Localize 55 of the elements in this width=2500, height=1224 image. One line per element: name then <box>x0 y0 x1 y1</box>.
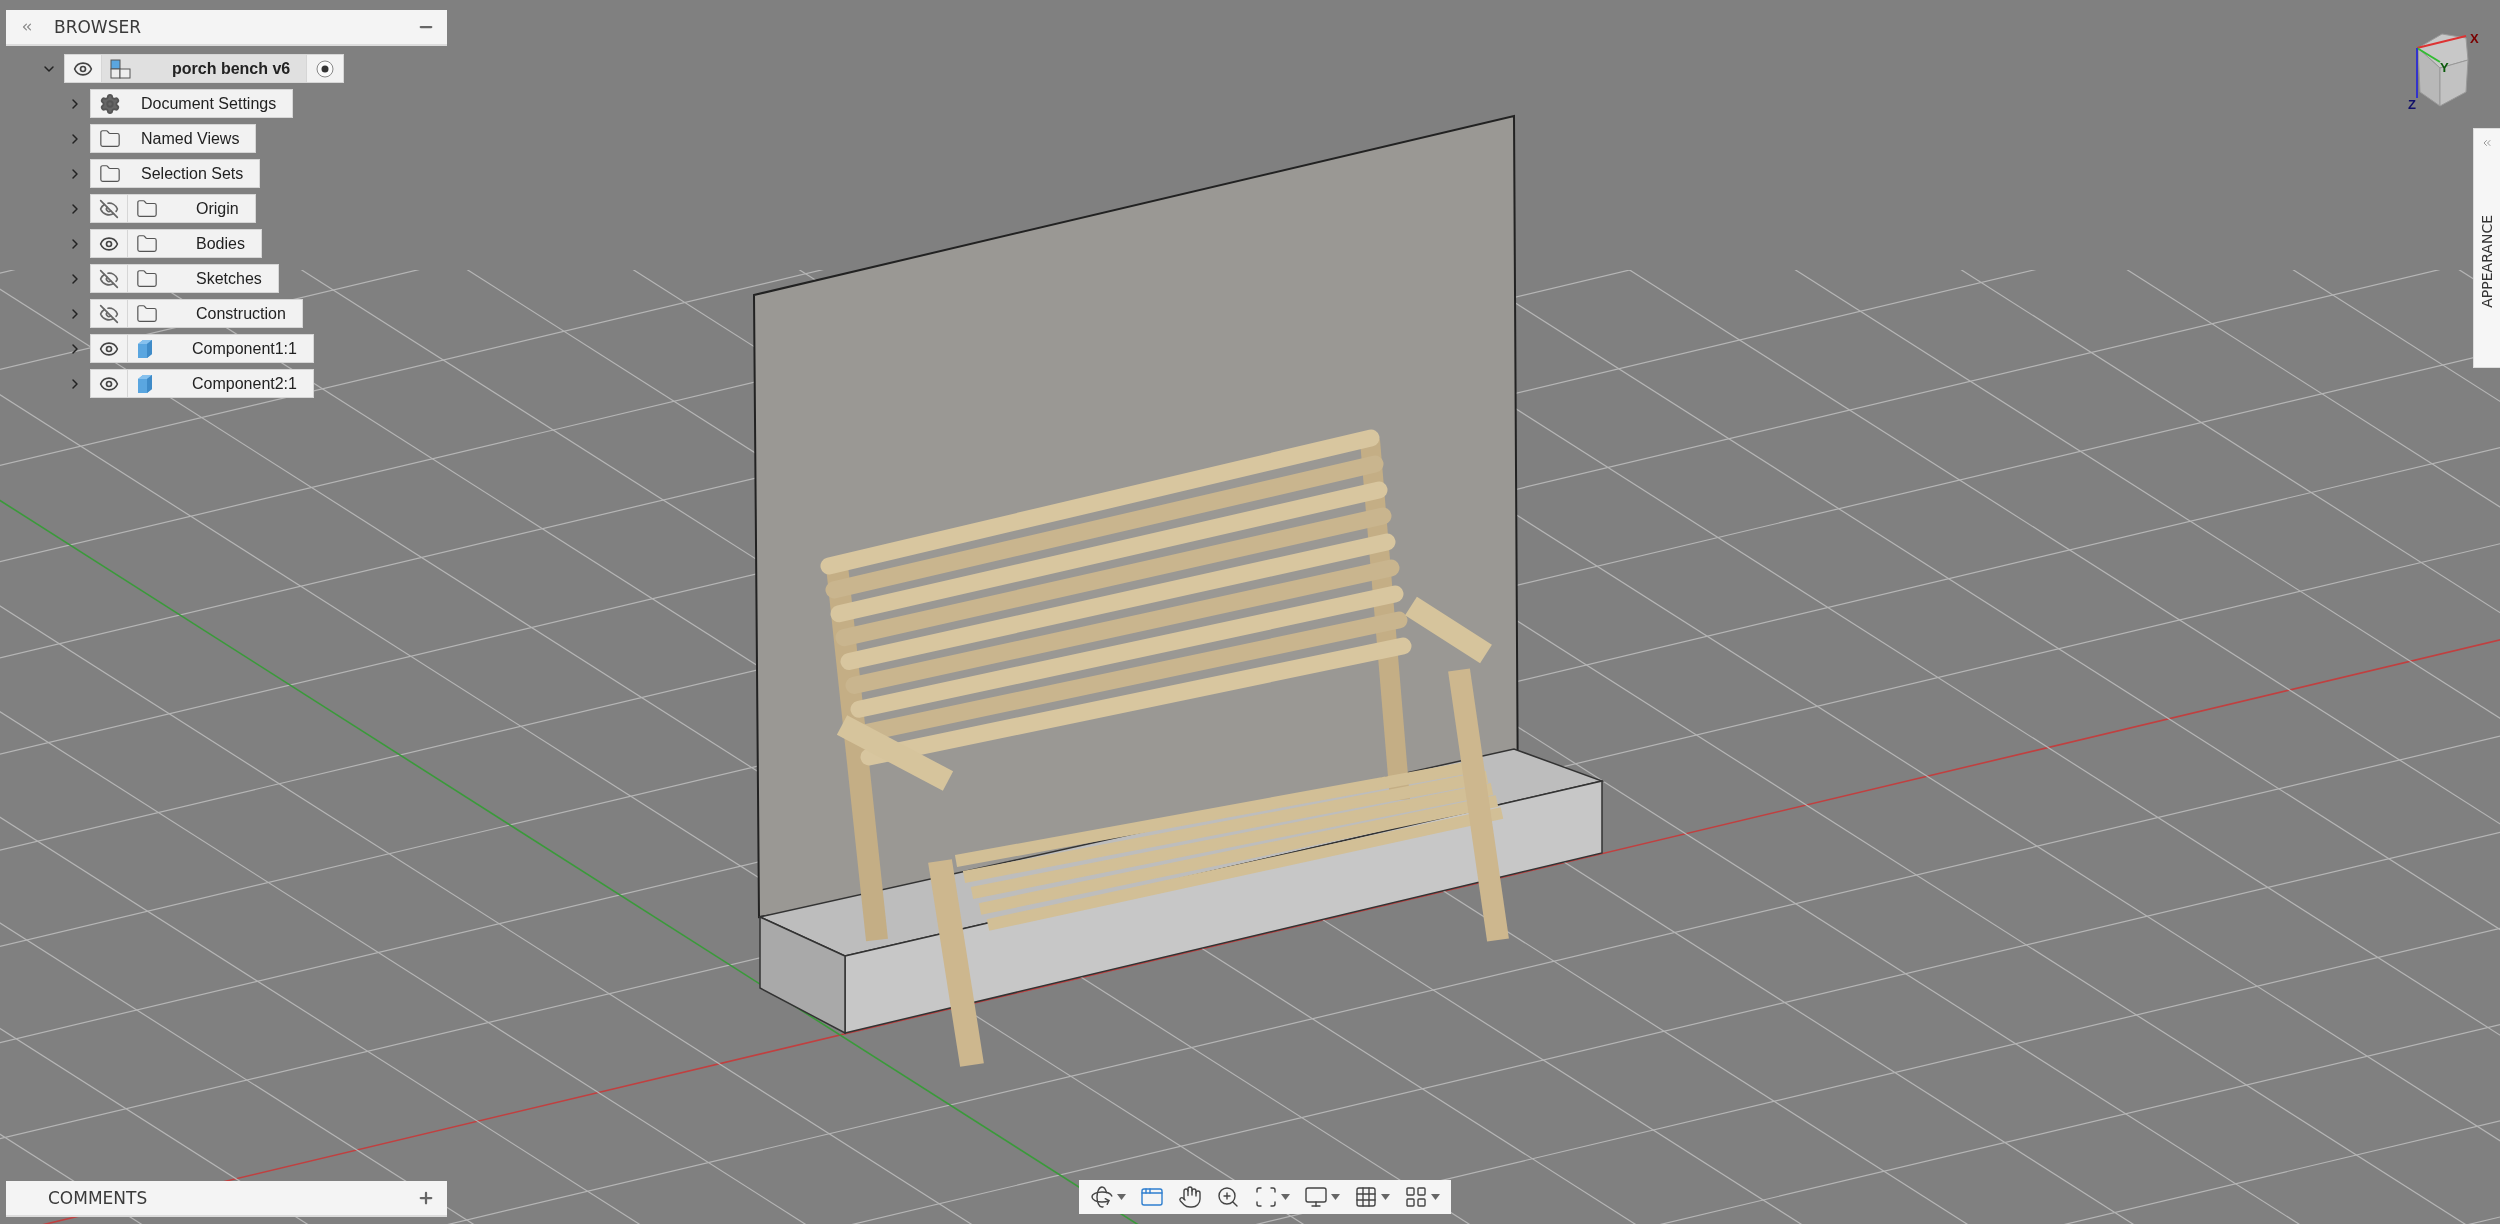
caret-icon <box>1431 1194 1440 1200</box>
browser-item[interactable]: Origin <box>90 194 256 223</box>
zoom-icon <box>1216 1185 1240 1209</box>
eye-off-icon[interactable] <box>99 303 119 324</box>
cube-icon <box>136 338 154 359</box>
item-label: Document Settings <box>140 93 278 114</box>
browser-item[interactable]: Document Settings <box>90 89 294 118</box>
grid-icon <box>1354 1185 1378 1209</box>
collapse-icon[interactable] <box>20 20 34 34</box>
add-icon[interactable] <box>417 1189 435 1207</box>
cube-icon <box>136 373 154 394</box>
eye-off-icon[interactable] <box>99 198 119 219</box>
caret-icon <box>1381 1194 1390 1200</box>
folder-icon <box>136 302 158 325</box>
monitor-icon <box>1304 1185 1328 1209</box>
expand-icon[interactable] <box>2481 137 2493 149</box>
item-label: Sketches <box>195 268 263 289</box>
item-label: Construction <box>195 303 287 324</box>
folder-icon <box>136 197 158 220</box>
browser-item[interactable]: Named Views <box>90 124 257 153</box>
item-label: porch bench v6 <box>132 55 307 82</box>
gear-icon <box>99 92 121 115</box>
active-radio[interactable] <box>316 59 335 78</box>
caret-icon <box>1281 1194 1290 1200</box>
hand-icon <box>1178 1185 1202 1209</box>
folder-icon <box>99 127 121 150</box>
item-label: Component2:1 <box>191 373 298 394</box>
item-label: Named Views <box>140 128 241 149</box>
item-label: Component1:1 <box>191 338 298 359</box>
document-item[interactable]: porch bench v6 <box>64 54 345 83</box>
item-label: Bodies <box>195 233 246 254</box>
rotate-icon <box>1090 1185 1114 1209</box>
browser-item[interactable]: Component2:1 <box>90 369 314 398</box>
window-icon <box>1140 1185 1164 1209</box>
browser-item[interactable]: Construction <box>90 299 303 328</box>
eye-off-icon[interactable] <box>99 268 119 289</box>
blocks-icon <box>110 58 132 79</box>
browser-item[interactable]: Component1:1 <box>90 334 314 363</box>
browser-item[interactable]: Bodies <box>90 229 262 258</box>
folder-icon <box>136 232 158 255</box>
view-cube-drawing[interactable]: X Y Z <box>2408 30 2488 110</box>
panel-title: BROWSER <box>54 17 142 37</box>
appearance-tab[interactable]: APPEARANCE <box>2473 128 2500 368</box>
panel-title: COMMENTS <box>48 1188 149 1208</box>
folder-icon <box>136 267 158 290</box>
browser-item[interactable]: Selection Sets <box>90 159 261 188</box>
scan-icon <box>1254 1185 1278 1209</box>
item-label: Origin <box>195 198 240 219</box>
folder-icon <box>99 162 121 185</box>
item-label: Selection Sets <box>140 163 245 184</box>
caret-icon <box>1117 1194 1126 1200</box>
tab-label: APPEARANCE <box>2479 215 2495 308</box>
browser-item[interactable]: Sketches <box>90 264 279 293</box>
caret-icon <box>1331 1194 1340 1200</box>
layout-icon <box>1404 1185 1428 1209</box>
